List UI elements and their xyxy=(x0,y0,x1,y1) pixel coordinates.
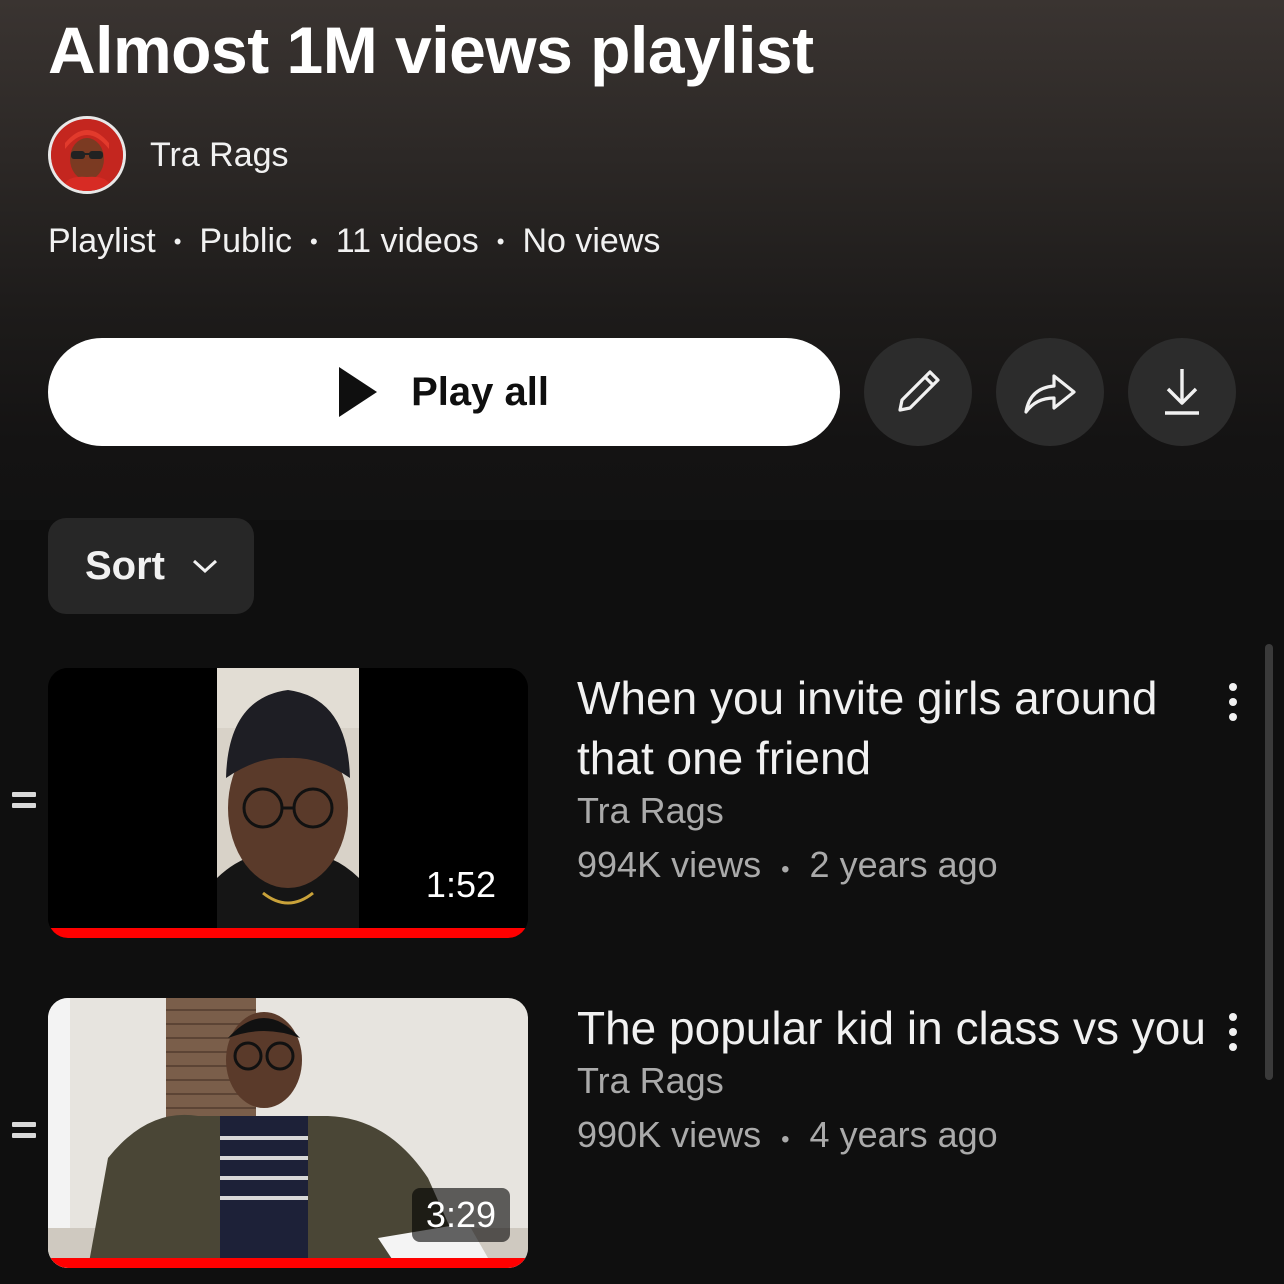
watched-progress-bar xyxy=(48,1258,528,1268)
share-button[interactable] xyxy=(996,338,1104,446)
video-title[interactable]: The popular kid in class vs you xyxy=(577,998,1207,1058)
video-duration: 3:29 xyxy=(411,1188,510,1242)
video-thumbnail[interactable]: 3:29 xyxy=(48,998,528,1268)
drag-handle-icon[interactable] xyxy=(12,1122,36,1144)
sort-label: Sort xyxy=(85,543,165,588)
more-options-icon[interactable] xyxy=(1222,682,1244,722)
meta-video-count: 11 videos xyxy=(335,222,479,260)
scrollbar[interactable] xyxy=(1265,644,1273,1080)
meta-type: Playlist xyxy=(48,222,156,260)
sort-button[interactable]: Sort xyxy=(48,518,254,614)
download-button[interactable] xyxy=(1128,338,1236,446)
play-all-label: Play all xyxy=(411,369,549,414)
drag-handle-icon[interactable] xyxy=(12,792,36,814)
chevron-down-icon xyxy=(192,559,218,574)
playlist-title: Almost 1M views playlist xyxy=(48,13,814,87)
playlist-meta: Playlist • Public • 11 videos • No views xyxy=(48,222,660,261)
play-icon xyxy=(339,367,378,417)
video-channel: Tra Rags xyxy=(577,1060,724,1101)
meta-separator: • xyxy=(173,228,182,254)
download-icon xyxy=(1165,369,1199,415)
share-arrow-icon xyxy=(1024,374,1076,414)
video-views: 990K views xyxy=(577,1114,762,1155)
video-duration: 1:52 xyxy=(411,858,510,912)
avatar-portrait-icon xyxy=(51,119,123,191)
playlist-owner[interactable]: Tra Rags xyxy=(48,116,289,194)
avatar[interactable] xyxy=(48,116,126,194)
video-age: 4 years ago xyxy=(809,1114,998,1155)
video-stats: 994K views • 2 years ago xyxy=(577,844,1207,886)
meta-view-count: No views xyxy=(522,222,661,260)
video-stats: 990K views • 4 years ago xyxy=(577,1114,1207,1156)
owner-name[interactable]: Tra Rags xyxy=(150,136,289,175)
video-thumbnail[interactable]: 1:52 xyxy=(48,668,528,938)
play-all-button[interactable]: Play all xyxy=(48,338,840,446)
video-views: 994K views xyxy=(577,844,762,885)
video-info[interactable]: When you invite girls around that one fr… xyxy=(577,668,1207,886)
playlist-video-row[interactable]: 3:29 The popular kid in class vs you Tra… xyxy=(0,998,1284,1270)
meta-separator: • xyxy=(310,228,318,254)
watched-progress-bar xyxy=(48,928,528,938)
video-title[interactable]: When you invite girls around that one fr… xyxy=(577,668,1207,788)
more-options-icon[interactable] xyxy=(1222,1012,1244,1052)
video-age: 2 years ago xyxy=(809,844,998,885)
stats-separator: • xyxy=(781,856,790,883)
edit-button[interactable] xyxy=(864,338,972,446)
playlist-video-row[interactable]: 1:52 When you invite girls around that o… xyxy=(0,668,1284,940)
video-info[interactable]: The popular kid in class vs you Tra Rags… xyxy=(577,998,1207,1156)
stats-separator: • xyxy=(781,1126,790,1153)
meta-visibility: Public xyxy=(199,222,293,260)
pencil-icon xyxy=(898,370,940,412)
video-channel: Tra Rags xyxy=(577,790,724,831)
meta-separator: • xyxy=(496,228,505,254)
